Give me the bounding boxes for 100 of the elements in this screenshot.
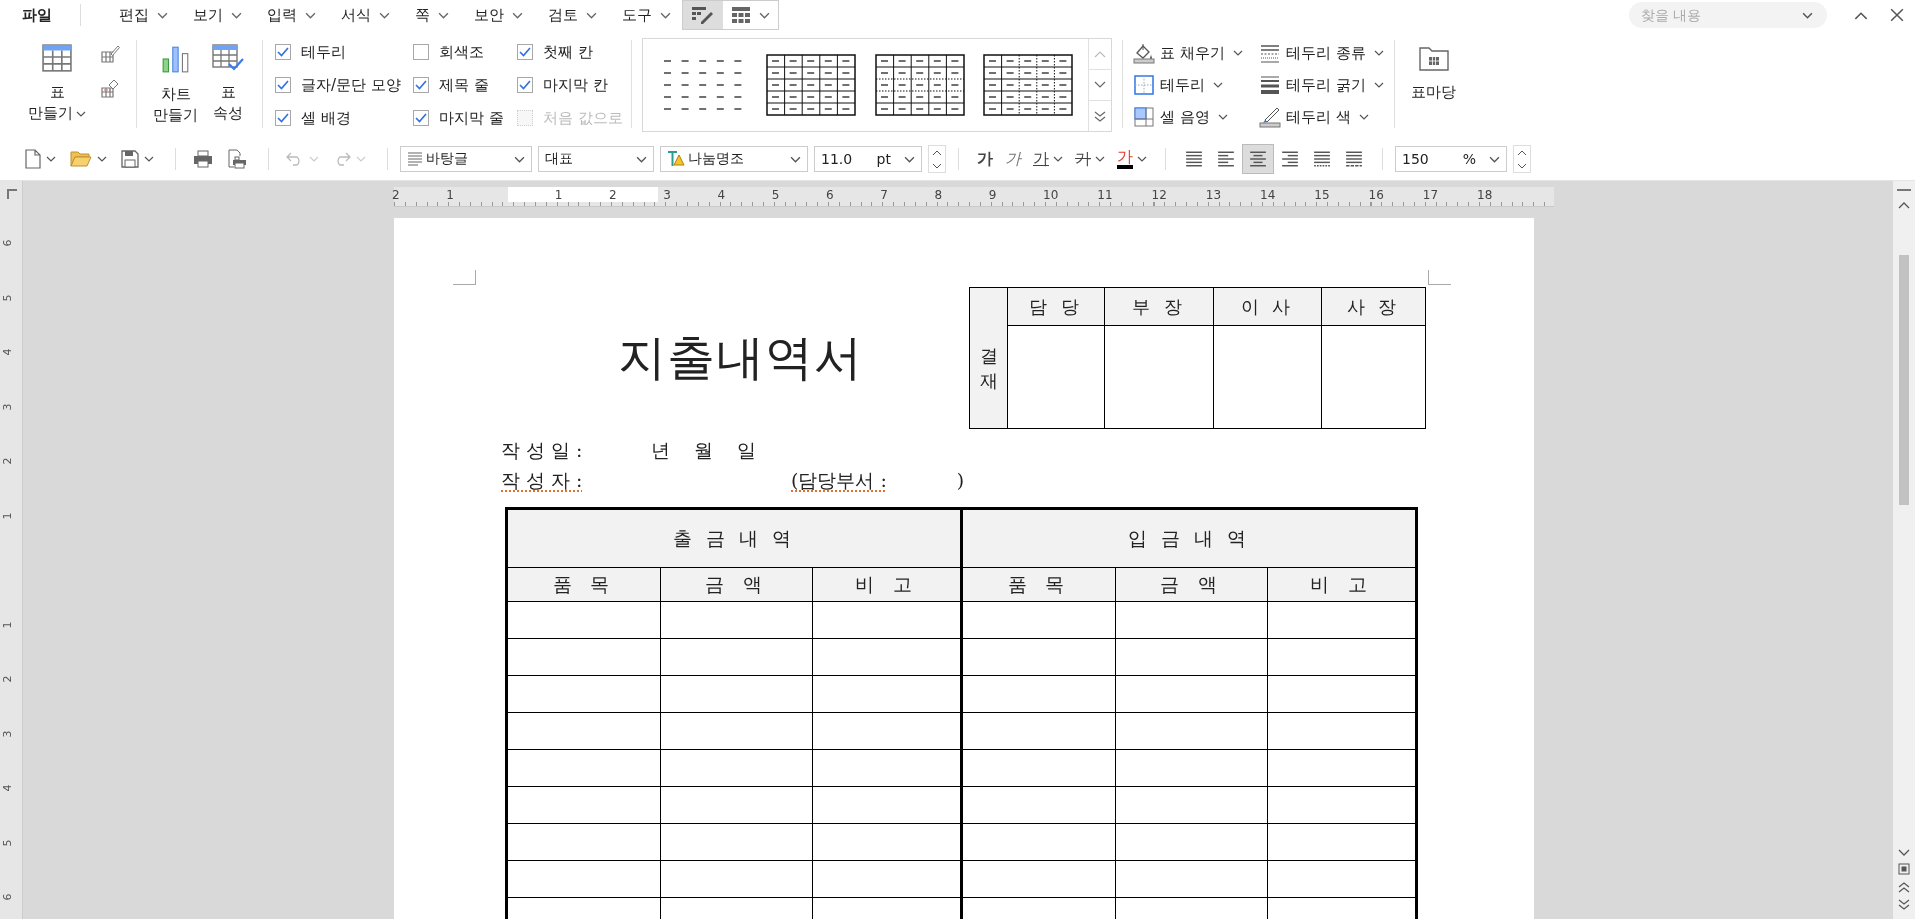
ruler-number: 16 xyxy=(1368,188,1384,202)
paragraph-style-dropdown[interactable]: 바탕글 xyxy=(400,146,532,172)
underline-button[interactable]: 가 xyxy=(1027,144,1069,174)
line-color-button[interactable]: 테두리 색 xyxy=(1259,101,1384,133)
department-label: (담당부서 : xyxy=(791,468,887,493)
align-lines-icon xyxy=(1281,150,1299,168)
line-style-icon xyxy=(1259,42,1281,64)
checkbox[interactable] xyxy=(275,44,291,60)
table-icon xyxy=(731,6,751,24)
unit-label: % xyxy=(1462,151,1476,167)
table-header: 사 장 xyxy=(1321,287,1426,326)
checkbox[interactable] xyxy=(275,110,291,126)
checkbox-label: 셀 배경 xyxy=(301,108,351,128)
vertical-scrollbar[interactable] xyxy=(1893,181,1915,919)
spinner[interactable] xyxy=(1513,145,1531,173)
chevron-down-icon xyxy=(1373,50,1384,56)
table-icon xyxy=(42,44,72,72)
menu-item[interactable]: 보기 xyxy=(183,0,252,30)
chevron-down-icon[interactable] xyxy=(1802,12,1813,19)
table-style-thumbnail[interactable] xyxy=(874,54,965,116)
font-dropdown[interactable]: 나눔명조 xyxy=(660,146,808,172)
table-style-thumbnail[interactable] xyxy=(982,54,1073,116)
strike-button[interactable]: 가 xyxy=(1069,144,1111,174)
checkbox[interactable] xyxy=(517,44,533,60)
folder-icon xyxy=(70,150,92,168)
checkbox-label: 글자/문단 모양 xyxy=(301,75,401,95)
dropdown-value: 대표 xyxy=(545,150,573,168)
table-design-tab[interactable] xyxy=(683,1,723,29)
chevron-down-icon xyxy=(1358,114,1369,120)
align-center-button[interactable] xyxy=(1242,144,1274,174)
chevron-down-icon[interactable] xyxy=(932,162,942,169)
checkbox[interactable] xyxy=(275,77,291,93)
table-header: 담 당 xyxy=(1007,287,1105,326)
color-button[interactable]: 가 xyxy=(1111,144,1153,174)
chevron-down-icon xyxy=(97,156,107,162)
chevron-up-icon[interactable] xyxy=(932,149,942,156)
ruler-number: 1 xyxy=(1,512,14,519)
align-lines-icon xyxy=(1249,150,1267,168)
close-icon xyxy=(1890,8,1904,22)
line-type-button[interactable]: 테두리 종류 xyxy=(1259,37,1384,69)
border-button[interactable]: 테두리 xyxy=(1133,69,1253,101)
file-menu[interactable]: 파일 xyxy=(14,0,60,30)
menu-item[interactable]: 검토 xyxy=(538,0,607,30)
chevron-down-icon xyxy=(76,110,86,117)
paragraph-icon xyxy=(407,152,423,166)
chevron-up-icon[interactable] xyxy=(1517,149,1527,156)
menu-item[interactable]: 도구 xyxy=(612,0,681,30)
chevron-down-icon xyxy=(356,156,366,162)
chevron-down-icon xyxy=(438,11,449,19)
menu-item[interactable]: 입력 xyxy=(257,0,326,30)
menu-item[interactable]: 편집 xyxy=(109,0,178,30)
table-properties-button[interactable]: 표 속성 xyxy=(204,36,252,134)
table-style-thumbnail[interactable] xyxy=(766,54,857,116)
page-printer-icon xyxy=(227,149,247,169)
align-lines-icon xyxy=(1313,150,1331,168)
zoom-field[interactable]: 150 % xyxy=(1395,146,1507,172)
chevron-down-icon[interactable] xyxy=(1517,162,1527,169)
bold-button[interactable]: 가 xyxy=(971,144,999,174)
chevron-down-icon xyxy=(309,156,319,162)
field-value: 11.0 xyxy=(821,151,853,167)
table-check-icon xyxy=(212,44,244,72)
table-header: 부 장 xyxy=(1104,287,1214,326)
checkbox[interactable] xyxy=(413,44,429,60)
previous-page-icon[interactable] xyxy=(1898,881,1910,893)
make-chart-button[interactable]: 차트 만들기 xyxy=(147,36,204,134)
make-table-button[interactable]: 표 만들기 xyxy=(22,36,92,134)
checkbox-label: 회색조 xyxy=(439,42,484,62)
field-value: 150 xyxy=(1402,151,1429,167)
menu-item[interactable]: 보안 xyxy=(464,0,533,30)
printer-icon xyxy=(193,150,213,168)
checkbox[interactable] xyxy=(517,77,533,93)
shade-button[interactable]: 셀 음영 xyxy=(1133,101,1253,133)
split-handle[interactable] xyxy=(1897,189,1911,191)
ruler-number: 2 xyxy=(392,188,400,202)
table-gallery-button[interactable]: 표마당 xyxy=(1405,36,1462,134)
checkbox[interactable] xyxy=(413,77,429,93)
checkbox[interactable] xyxy=(413,110,429,126)
chevron-down-icon xyxy=(144,156,154,162)
chevron-down-icon xyxy=(231,11,242,19)
spinner[interactable] xyxy=(928,145,946,173)
table-header: 결재 xyxy=(969,287,1008,429)
fill-button[interactable]: 표 채우기 xyxy=(1133,37,1253,69)
search-field[interactable]: 찾을 내용 xyxy=(1629,2,1827,28)
outline-dropdown[interactable]: 대표 xyxy=(538,146,654,172)
scroll-up-icon[interactable] xyxy=(1898,201,1910,209)
table-header: 이 사 xyxy=(1213,287,1322,326)
ruler-number: 9 xyxy=(988,188,997,202)
font-size-field[interactable]: 11.0 pt xyxy=(814,146,922,172)
line-weight-button[interactable]: 테두리 굵기 xyxy=(1259,69,1384,101)
ruler-number: 3 xyxy=(663,188,671,202)
next-page-icon[interactable] xyxy=(1898,899,1910,911)
department-close: ) xyxy=(956,468,965,493)
scroll-thumb[interactable] xyxy=(1899,255,1909,505)
scroll-down-icon[interactable] xyxy=(1898,849,1910,857)
tab-stop-icon[interactable] xyxy=(7,189,17,199)
page-icon[interactable] xyxy=(1898,863,1910,875)
menu-item[interactable]: 쪽 xyxy=(405,0,459,30)
italic-button[interactable]: 가 xyxy=(999,144,1027,174)
ruler-number: 4 xyxy=(717,188,726,202)
menu-item[interactable]: 서식 xyxy=(331,0,400,30)
